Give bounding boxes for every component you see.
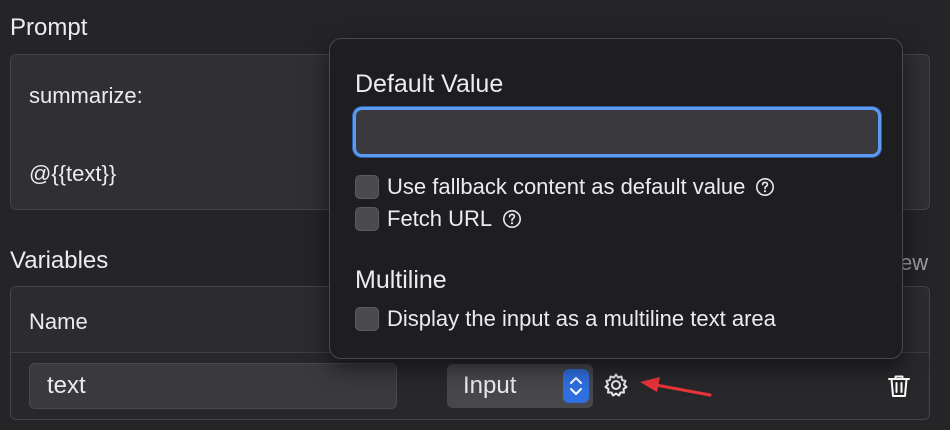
- fetch-url-option-row[interactable]: Fetch URL: [355, 206, 522, 232]
- default-value-input[interactable]: [353, 107, 881, 157]
- multiline-option-row[interactable]: Display the input as a multiline text ar…: [355, 306, 776, 332]
- view-toggle-label[interactable]: ew: [900, 250, 928, 276]
- variable-type-value: Input: [463, 372, 517, 399]
- variables-title: Variables: [10, 247, 109, 274]
- fetch-url-checkbox[interactable]: [355, 207, 379, 231]
- fallback-option-row[interactable]: Use fallback content as default value: [355, 174, 775, 200]
- prompt-line-1: summarize:: [29, 83, 143, 108]
- prompt-line-2: @{{text}}: [29, 161, 117, 186]
- trash-icon[interactable]: [887, 373, 911, 399]
- question-circle-icon[interactable]: [755, 177, 775, 197]
- annotation-arrow: [636, 368, 716, 404]
- fallback-label: Use fallback content as default value: [387, 174, 746, 199]
- column-header-name: Name: [29, 309, 88, 334]
- multiline-label: Display the input as a multiline text ar…: [387, 306, 776, 331]
- variable-type-select[interactable]: Input: [447, 364, 593, 408]
- default-value-heading: Default Value: [355, 70, 504, 98]
- multiline-checkbox[interactable]: [355, 307, 379, 331]
- prompt-title: Prompt: [10, 14, 88, 41]
- question-circle-icon[interactable]: [502, 209, 522, 229]
- variable-settings-popover: Default Value Use fallback content as de…: [329, 38, 903, 359]
- multiline-heading: Multiline: [355, 266, 447, 294]
- gear-icon[interactable]: [603, 372, 629, 398]
- chevron-updown-icon: [563, 369, 589, 403]
- fallback-checkbox[interactable]: [355, 175, 379, 199]
- variable-name-field[interactable]: text: [29, 363, 397, 409]
- fetch-url-label: Fetch URL: [387, 206, 493, 231]
